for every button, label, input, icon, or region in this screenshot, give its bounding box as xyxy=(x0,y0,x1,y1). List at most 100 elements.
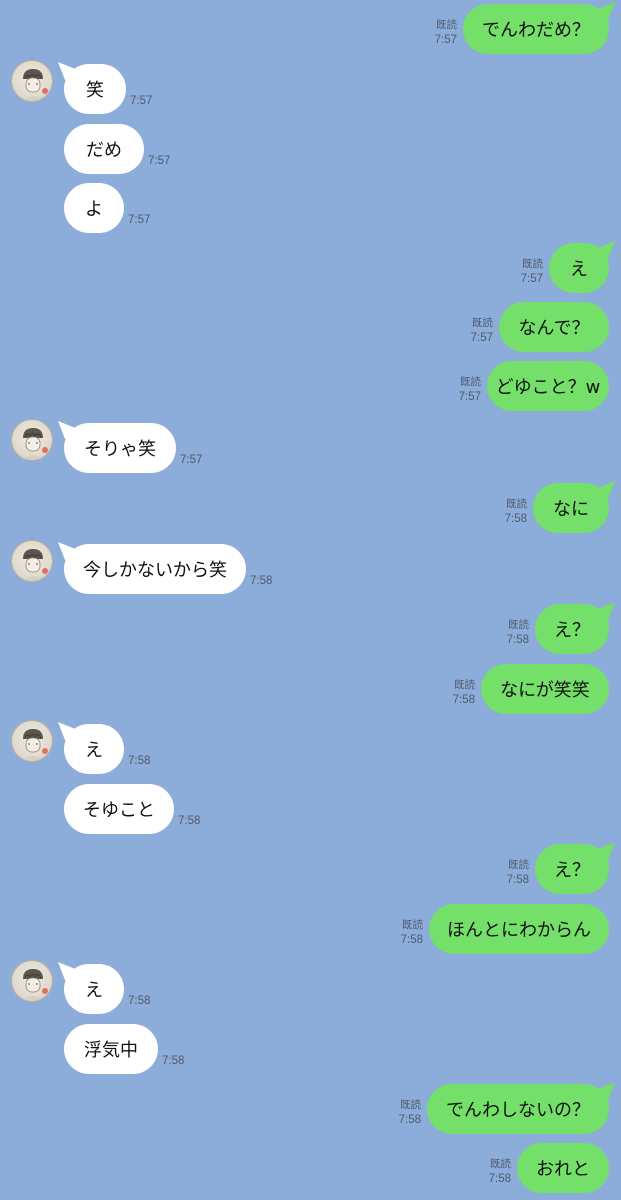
chat-area[interactable]: でんわだめ？ 既読 7:57 笑 7:57 だめ 7:57 よ 7:57 え既読 7:57 なんで？既… xyxy=(0,0,621,1200)
read-receipt: 既読 xyxy=(400,1099,421,1111)
outgoing-message-bubble[interactable]: え？ xyxy=(535,604,609,654)
message-time: 7:58 xyxy=(398,1114,421,1126)
read-receipt: 既読 xyxy=(490,1158,511,1170)
outgoing-message-bubble[interactable]: なんで？ xyxy=(499,302,609,352)
incoming-message-bubble[interactable]: え xyxy=(64,964,124,1014)
incoming-message-bubble[interactable]: そりゃ笑 xyxy=(64,423,176,473)
message-text: ほんとにわからん xyxy=(447,920,591,941)
message-time: 7:57 xyxy=(458,391,481,403)
message-time: 7:58 xyxy=(128,995,151,1007)
message-time: 7:58 xyxy=(400,934,423,946)
outgoing-message-bubble[interactable]: なに xyxy=(533,483,609,533)
outgoing-message-bubble[interactable]: ほんとにわからん xyxy=(429,904,609,954)
message-meta: 既読 7:57 xyxy=(471,316,493,346)
message-time: 7:57 xyxy=(130,95,153,107)
read-receipt: 既読 xyxy=(508,619,529,631)
message-text: でんわだめ？ xyxy=(482,20,590,41)
avatar-icon xyxy=(22,729,48,761)
outgoing-message-bubble[interactable]: え xyxy=(549,243,609,293)
message-text: なに xyxy=(553,499,589,520)
read-receipt: 既読 xyxy=(472,317,493,329)
message-meta: 既読 7:58 xyxy=(505,497,527,527)
message-time: 7:58 xyxy=(504,513,527,525)
message-text: よ xyxy=(85,199,103,220)
outgoing-message-bubble[interactable]: どゆこと？w xyxy=(487,361,609,411)
message-meta: 既読 7:58 xyxy=(507,858,529,888)
read-receipt: 既読 xyxy=(454,679,475,691)
message-meta: 7:58 xyxy=(162,1054,184,1069)
message-text: なにが笑笑 xyxy=(500,680,590,701)
contact-avatar[interactable] xyxy=(11,960,53,1002)
read-receipt: 既読 xyxy=(522,258,543,270)
message-text: え xyxy=(85,740,103,761)
read-receipt: 既読 xyxy=(506,498,527,510)
incoming-message-bubble[interactable]: よ xyxy=(64,183,124,233)
message-time: 7:57 xyxy=(148,155,171,167)
message-time: 7:58 xyxy=(178,815,201,827)
message-meta: 7:57 xyxy=(130,94,152,109)
message-time: 7:57 xyxy=(520,273,543,285)
contact-avatar[interactable] xyxy=(11,60,53,102)
message-meta: 7:58 xyxy=(250,574,272,589)
outgoing-message-bubble[interactable]: なにが笑笑 xyxy=(481,664,609,714)
message-meta: 7:57 xyxy=(148,154,170,169)
contact-avatar[interactable] xyxy=(11,720,53,762)
message-meta: 既読 7:58 xyxy=(401,918,423,948)
message-meta: 7:58 xyxy=(178,814,200,829)
message-text: 今しかないから笑 xyxy=(83,560,227,581)
message-meta: 既読 7:58 xyxy=(399,1098,421,1128)
message-meta: 既読 7:57 xyxy=(459,375,481,405)
avatar-icon xyxy=(22,69,48,101)
message-time: 7:58 xyxy=(452,694,475,706)
message-text: え xyxy=(85,980,103,1001)
message-text: でんわしないの？ xyxy=(446,1100,590,1121)
contact-avatar[interactable] xyxy=(11,419,53,461)
incoming-message-bubble[interactable]: 今しかないから笑 xyxy=(64,544,246,594)
message-text: え？ xyxy=(554,860,590,881)
read-receipt: 既読 xyxy=(460,376,481,388)
incoming-message-bubble[interactable]: 浮気中 xyxy=(64,1024,158,1074)
read-receipt: 既読 xyxy=(436,19,457,31)
outgoing-message-bubble[interactable]: でんわだめ？ xyxy=(463,4,609,54)
message-meta: 既読 7:58 xyxy=(507,618,529,648)
message-time: 7:58 xyxy=(488,1173,511,1185)
message-text: どゆこと？w xyxy=(495,377,601,398)
message-text: そりゃ笑 xyxy=(84,439,156,460)
contact-avatar[interactable] xyxy=(11,540,53,582)
message-text: 浮気中 xyxy=(84,1040,138,1061)
incoming-message-bubble[interactable]: そゆこと xyxy=(64,784,174,834)
avatar-icon xyxy=(22,428,48,460)
message-meta: 7:57 xyxy=(180,453,202,468)
outgoing-message-bubble[interactable]: おれと xyxy=(517,1143,609,1193)
message-text: おれと xyxy=(536,1159,590,1180)
incoming-message-bubble[interactable]: だめ xyxy=(64,124,144,174)
message-time: 7:57 xyxy=(128,214,151,226)
message-time: 7:57 xyxy=(434,34,457,46)
message-meta: 既読 7:57 xyxy=(521,257,543,287)
outgoing-message-bubble[interactable]: でんわしないの？ xyxy=(427,1084,609,1134)
message-meta: 既読 7:57 xyxy=(435,18,457,48)
message-time: 7:58 xyxy=(506,874,529,886)
message-meta: 7:57 xyxy=(128,213,150,228)
incoming-message-bubble[interactable]: え xyxy=(64,724,124,774)
message-time: 7:58 xyxy=(506,634,529,646)
message-time: 7:58 xyxy=(162,1055,185,1067)
message-meta: 既読 7:58 xyxy=(489,1157,511,1187)
message-text: え？ xyxy=(554,620,590,641)
message-text: 笑 xyxy=(86,80,104,101)
message-time: 7:57 xyxy=(180,454,203,466)
message-text: そゆこと xyxy=(83,800,155,821)
message-time: 7:58 xyxy=(128,755,151,767)
read-receipt: 既読 xyxy=(402,919,423,931)
message-meta: 既読 7:58 xyxy=(453,678,475,708)
message-meta: 7:58 xyxy=(128,994,150,1009)
message-text: なんで？ xyxy=(518,318,590,339)
avatar-icon xyxy=(22,969,48,1001)
message-text: え xyxy=(570,259,588,280)
incoming-message-bubble[interactable]: 笑 xyxy=(64,64,126,114)
message-time: 7:58 xyxy=(250,575,273,587)
outgoing-message-bubble[interactable]: え？ xyxy=(535,844,609,894)
message-meta: 7:58 xyxy=(128,754,150,769)
message-time: 7:57 xyxy=(470,332,493,344)
read-receipt: 既読 xyxy=(508,859,529,871)
